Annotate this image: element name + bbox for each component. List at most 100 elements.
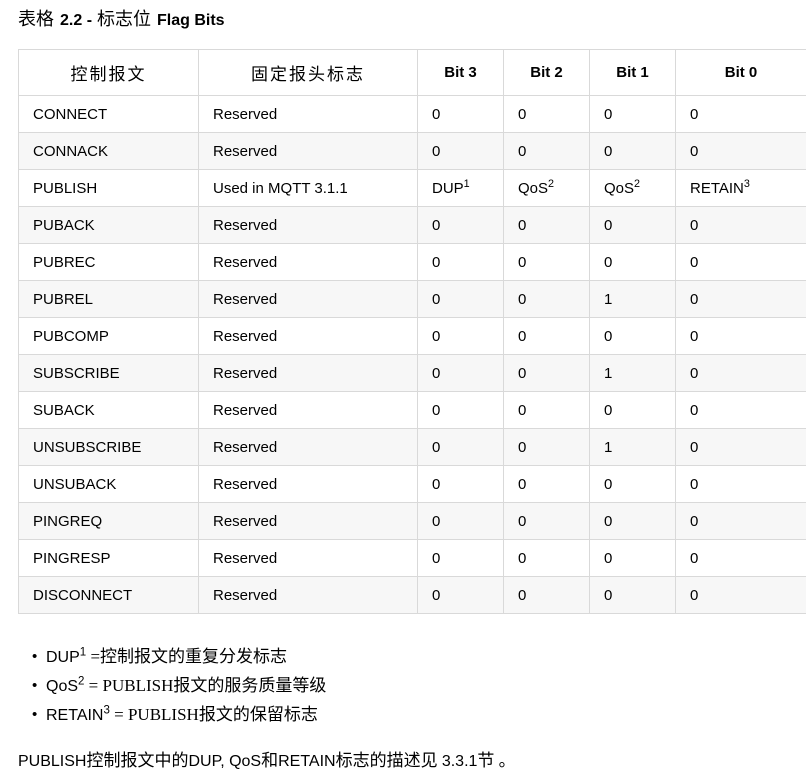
table-body: CONNECT Reserved 0 0 0 0 CONNACK Reserved 0 0 0 0 PU… (18, 95, 806, 614)
bullet-icon: • (32, 648, 38, 665)
cell-value: 0 (518, 327, 527, 345)
table-row: SUBACK Reserved 0 0 0 0 (18, 391, 806, 429)
cell-control-packet: DISCONNECT (18, 576, 199, 614)
cell-value: 0 (518, 105, 527, 123)
footnote-list: • DUP1 =控制报文的重复分发标志 • QoS2 = PUBLISH报文的服务质量… (0, 643, 806, 730)
cell-bit-2: 0 (503, 391, 590, 429)
table-row: PINGREQ Reserved 0 0 0 0 (18, 502, 806, 540)
cell-fixed-header-flags: Reserved (198, 243, 418, 281)
cell-value: 1 (604, 438, 613, 456)
list-item: • RETAIN3 = PUBLISH报文的保留标志 (32, 701, 806, 730)
cell-value: 0 (432, 512, 441, 530)
cell-bit-1: 1 (589, 280, 676, 318)
cell-superscript: 3 (743, 177, 750, 190)
cell-value: 0 (518, 586, 527, 604)
cell-value: 0 (604, 549, 613, 567)
cell-fixed-header-flags: Reserved (198, 206, 418, 244)
cell-bit-2: 0 (503, 539, 590, 577)
cell-control-packet: PUBLISH (18, 169, 199, 207)
closing-text-e: RETAIN (278, 753, 336, 770)
page-title: 表格 2.2 - 标志位 Flag Bits (18, 8, 225, 32)
table-row: PUBREL Reserved 0 0 1 0 (18, 280, 806, 318)
cell-bit-3: 0 (417, 354, 504, 392)
cell-control-packet: UNSUBACK (18, 465, 199, 503)
cell-bit-0: 0 (675, 280, 806, 318)
cell-bit-0: 0 (675, 428, 806, 466)
cell-bit-3: 0 (417, 206, 504, 244)
cell-control-packet: PINGRESP (18, 539, 199, 577)
cell-fixed-header-flags: Used in MQTT 3.1.1 (198, 169, 418, 207)
cell-value: 0 (432, 105, 441, 123)
cell-bit-1: 0 (589, 95, 676, 133)
cell-value: 0 (432, 290, 441, 308)
cell-fixed-header-flags: Reserved (198, 95, 418, 133)
cell-bit-0: 0 (675, 539, 806, 577)
cell-value: 0 (432, 586, 441, 604)
cell-control-packet: PUBREL (18, 280, 199, 318)
cell-value: 0 (690, 512, 699, 530)
closing-paragraph: PUBLISH控制报文中的DUP, QoS和RETAIN标志的描述见 3.3.1… (18, 750, 516, 773)
cell-value: 0 (604, 216, 613, 234)
footnote-description: = PUBLISH报文的保留标志 (109, 705, 318, 724)
cell-value: QoS (604, 179, 635, 197)
cell-value: 0 (604, 105, 613, 123)
cell-bit-3: 0 (417, 317, 504, 355)
cell-bit-3: 0 (417, 502, 504, 540)
cell-control-packet: CONNACK (18, 132, 199, 170)
cell-bit-0: 0 (675, 132, 806, 170)
cell-bit-0: 0 (675, 391, 806, 429)
cell-value: 0 (518, 401, 527, 419)
column-header-bit-2: Bit 2 (503, 49, 590, 96)
cell-bit-1: 0 (589, 539, 676, 577)
cell-value: 0 (690, 586, 699, 604)
cell-bit-0: 0 (675, 95, 806, 133)
cell-value: 0 (432, 475, 441, 493)
cell-value: 0 (604, 475, 613, 493)
table-row: PINGRESP Reserved 0 0 0 0 (18, 539, 806, 577)
cell-value: 0 (604, 586, 613, 604)
cell-bit-2: 0 (503, 95, 590, 133)
cell-bit-1: 0 (589, 132, 676, 170)
flag-bits-table: 控制报文 固定报头标志 Bit 3 Bit 2 Bit 1 Bit 0 CONN… (18, 49, 806, 614)
table-row: UNSUBACK Reserved 0 0 0 0 (18, 465, 806, 503)
closing-text-c: DUP, QoS (188, 753, 262, 770)
cell-superscript: 2 (548, 177, 555, 190)
cell-bit-2: 0 (503, 354, 590, 392)
cell-bit-1: 1 (589, 428, 676, 466)
cell-bit-3: 0 (417, 132, 504, 170)
cell-value: 0 (690, 290, 699, 308)
cell-bit-1: 0 (589, 243, 676, 281)
cell-value: QoS (518, 179, 549, 197)
cell-value: 0 (690, 253, 699, 271)
cell-bit-3: 0 (417, 428, 504, 466)
cell-value: 0 (690, 364, 699, 382)
footnote-term: RETAIN (46, 707, 104, 724)
cell-control-packet: PUBCOMP (18, 317, 199, 355)
cell-value: 0 (690, 438, 699, 456)
cell-value: 0 (604, 512, 613, 530)
cell-bit-3: 0 (417, 95, 504, 133)
title-label-cjk: 标志位 (97, 9, 152, 29)
title-number: 2.2 - (60, 12, 93, 29)
table-row: SUBSCRIBE Reserved 0 0 1 0 (18, 354, 806, 392)
footnote-term: QoS (46, 678, 79, 695)
cell-bit-2: 0 (503, 317, 590, 355)
cell-bit-2: QoS2 (503, 169, 590, 207)
cell-fixed-header-flags: Reserved (198, 428, 418, 466)
cell-fixed-header-flags: Reserved (198, 465, 418, 503)
cell-bit-2: 0 (503, 502, 590, 540)
cell-bit-1: 0 (589, 502, 676, 540)
cell-value: 0 (690, 142, 699, 160)
footnote-term: DUP (46, 649, 80, 666)
cell-value: 1 (604, 290, 613, 308)
cell-fixed-header-flags: Reserved (198, 317, 418, 355)
cell-value: 0 (690, 327, 699, 345)
list-item: • QoS2 = PUBLISH报文的服务质量等级 (32, 672, 806, 701)
cell-value: 0 (518, 512, 527, 530)
cell-value: DUP (432, 179, 464, 197)
title-label-latin: Flag Bits (157, 12, 225, 29)
cell-bit-0: 0 (675, 576, 806, 614)
cell-value: 0 (432, 549, 441, 567)
cell-bit-1: QoS2 (589, 169, 676, 207)
cell-bit-0: 0 (675, 206, 806, 244)
